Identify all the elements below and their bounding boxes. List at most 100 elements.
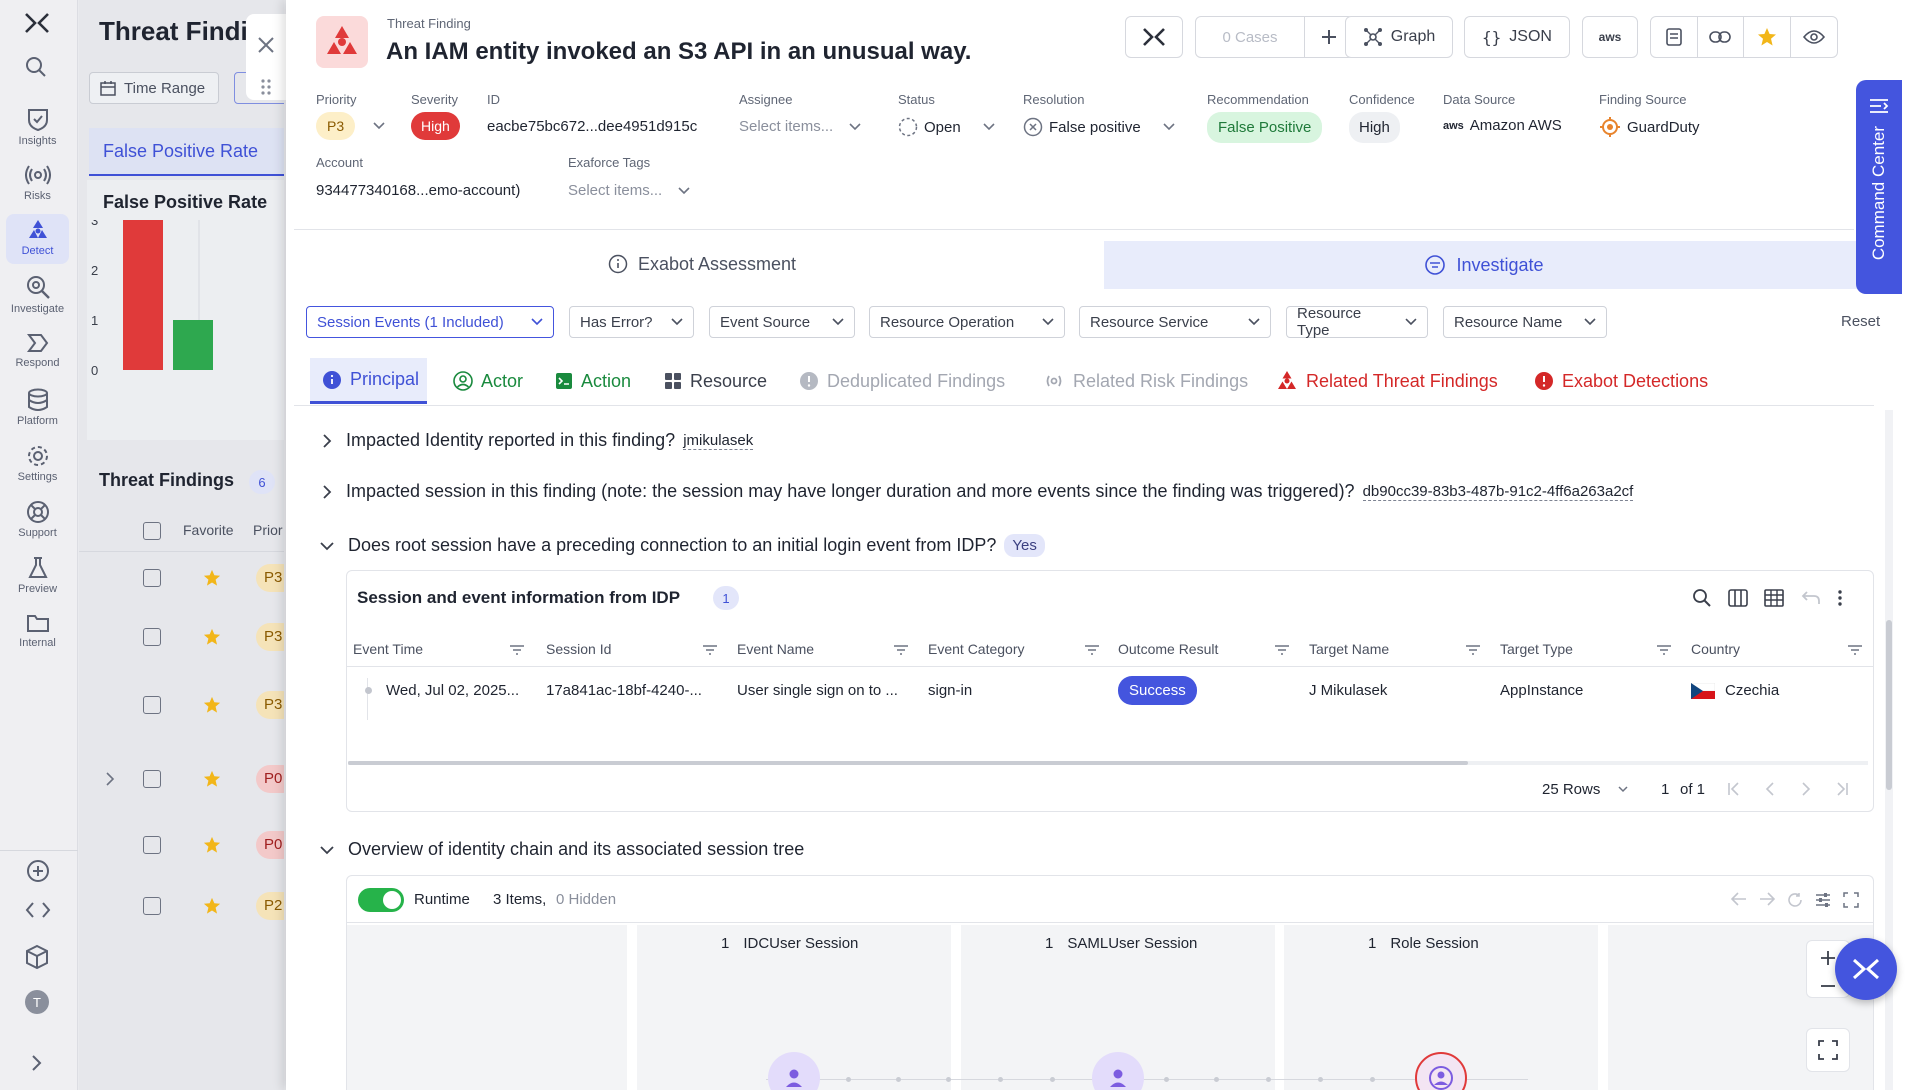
search-icon[interactable] (25, 56, 47, 78)
avatar[interactable]: T (25, 990, 49, 1014)
favorite-star-icon[interactable] (203, 696, 221, 714)
tab-false-positive-rate[interactable]: False Positive Rate (89, 128, 284, 176)
row-checkbox[interactable] (143, 770, 161, 788)
select-all-checkbox[interactable] (143, 522, 161, 540)
filter-lines-icon[interactable] (702, 644, 718, 656)
row-checkbox[interactable] (143, 696, 161, 714)
star-icon[interactable] (1744, 17, 1791, 57)
exabot-fab[interactable] (1835, 938, 1897, 1000)
column-header[interactable]: Outcome Result (1118, 641, 1218, 657)
subtab-related-threat-findings[interactable]: Related Threat Findings (1276, 358, 1498, 404)
tab-exabot-assessment[interactable]: Exabot Assessment (294, 241, 1110, 287)
notes-icon[interactable] (1651, 17, 1698, 57)
subtab-resource[interactable]: Resource (664, 358, 767, 404)
forward-arrow-icon[interactable] (1759, 892, 1775, 906)
zoom-out-icon[interactable] (1820, 984, 1836, 988)
assignee-select[interactable]: Select items... (739, 118, 861, 135)
page-number[interactable]: 1 (1661, 781, 1669, 798)
graph-button[interactable]: Graph (1345, 16, 1453, 58)
favorite-star-icon[interactable] (203, 628, 221, 646)
rail-preview[interactable]: Preview (0, 556, 75, 595)
next-page-icon[interactable] (1799, 782, 1813, 796)
time-range-button[interactable]: Time Range (89, 72, 219, 104)
columns-icon[interactable] (1728, 589, 1748, 607)
id-value[interactable]: eacbe75bc672...dee4951d915c (487, 118, 697, 135)
rail-detect[interactable]: Detect (6, 214, 69, 264)
subtab-exabot-detections[interactable]: Exabot Detections (1534, 358, 1708, 404)
account-value[interactable]: 934477340168...emo-account) (316, 182, 520, 199)
question-root-session[interactable]: Does root session have a preceding conne… (320, 534, 1045, 557)
favorite-star-icon[interactable] (203, 770, 221, 788)
undo-icon[interactable] (1801, 590, 1821, 606)
question-impacted-session[interactable]: Impacted session in this finding (note: … (322, 481, 1634, 502)
expand-row-icon[interactable] (105, 772, 115, 786)
reset-button[interactable]: Reset (1841, 313, 1880, 330)
link-icon[interactable] (1698, 17, 1744, 57)
code-icon[interactable] (25, 900, 51, 920)
filter-dropdown[interactable]: Resource Operation (869, 306, 1065, 338)
close-icon[interactable] (257, 36, 275, 54)
table-density-icon[interactable] (1764, 589, 1784, 607)
rail-settings[interactable]: Settings (0, 444, 75, 483)
column-header[interactable]: Event Time (353, 641, 423, 657)
priority-select[interactable]: P3 (316, 112, 385, 140)
horizontal-scrollbar[interactable] (348, 761, 1868, 765)
status-select[interactable]: Open (898, 117, 995, 137)
filter-lines-icon[interactable] (509, 644, 525, 656)
subtab-principal[interactable]: Principal (310, 358, 427, 404)
filter-lines-icon[interactable] (893, 644, 909, 656)
filter-dropdown[interactable]: Event Source (709, 306, 855, 338)
column-header[interactable]: Target Type (1500, 641, 1573, 657)
question-identity-chain[interactable]: Overview of identity chain and its assoc… (320, 839, 804, 860)
tags-select[interactable]: Select items... (568, 182, 690, 199)
eye-icon[interactable] (1791, 17, 1837, 57)
drag-handle-icon[interactable] (260, 78, 272, 96)
row-checkbox[interactable] (143, 836, 161, 854)
fit-view-button[interactable] (1806, 1028, 1850, 1072)
fullscreen-icon[interactable] (1843, 892, 1859, 908)
tab-investigate[interactable]: Investigate (1104, 241, 1864, 289)
last-page-icon[interactable] (1835, 782, 1849, 796)
chart-bar[interactable] (123, 220, 163, 370)
previous-page-icon[interactable] (1763, 782, 1777, 796)
scrollbar-thumb[interactable] (1886, 620, 1892, 790)
back-arrow-icon[interactable] (1731, 892, 1747, 906)
chat-add-icon[interactable] (25, 858, 51, 884)
subtab-related-risk-findings[interactable]: Related Risk Findings (1043, 358, 1248, 404)
exaforce-button[interactable] (1125, 16, 1183, 58)
command-center-tab[interactable]: Command Center (1856, 80, 1902, 294)
refresh-icon[interactable] (1787, 892, 1803, 908)
chart-bar[interactable] (173, 320, 213, 370)
identity-link[interactable]: jmikulasek (683, 432, 754, 450)
subtab-actor[interactable]: Actor (453, 358, 523, 404)
row-checkbox[interactable] (143, 569, 161, 587)
column-header[interactable]: Event Name (737, 641, 814, 657)
column-header[interactable]: Target Name (1309, 641, 1389, 657)
resolution-select[interactable]: False positive (1023, 117, 1175, 137)
horizontal-scrollbar-thumb[interactable] (348, 761, 1468, 765)
rail-risks[interactable]: Risks (0, 163, 75, 202)
rail-insights[interactable]: Insights (0, 106, 75, 147)
filter-lines-icon[interactable] (1656, 644, 1672, 656)
rail-investigate[interactable]: Investigate (0, 274, 75, 315)
subtab-action[interactable]: Action (555, 358, 631, 404)
column-header[interactable]: Event Category (928, 641, 1025, 657)
session-link[interactable]: db90cc39-83b3-487b-91c2-4ff6a263a2cf (1362, 483, 1634, 501)
filter-lines-icon[interactable] (1274, 644, 1290, 656)
filter-lines-icon[interactable] (1084, 644, 1100, 656)
table-search-icon[interactable] (1692, 588, 1712, 608)
first-page-icon[interactable] (1727, 782, 1741, 796)
column-header[interactable]: Session Id (546, 641, 611, 657)
filter-lines-icon[interactable] (1847, 644, 1863, 656)
favorite-star-icon[interactable] (203, 569, 221, 587)
json-button[interactable]: {} JSON (1464, 16, 1570, 58)
filter-lines-icon[interactable] (1465, 644, 1481, 656)
runtime-toggle[interactable] (358, 888, 404, 912)
rail-support[interactable]: Support (0, 500, 75, 539)
cases-button[interactable]: 0 Cases (1195, 16, 1305, 58)
rail-platform[interactable]: Platform (0, 388, 75, 427)
filter-dropdown[interactable]: Resource Service (1079, 306, 1271, 338)
filter-dropdown[interactable]: Session Events (1 Included) (306, 306, 554, 338)
cell-session-id[interactable]: 17a841ac-18bf-4240-... (546, 682, 702, 699)
filter-dropdown[interactable]: Resource Name (1443, 306, 1607, 338)
